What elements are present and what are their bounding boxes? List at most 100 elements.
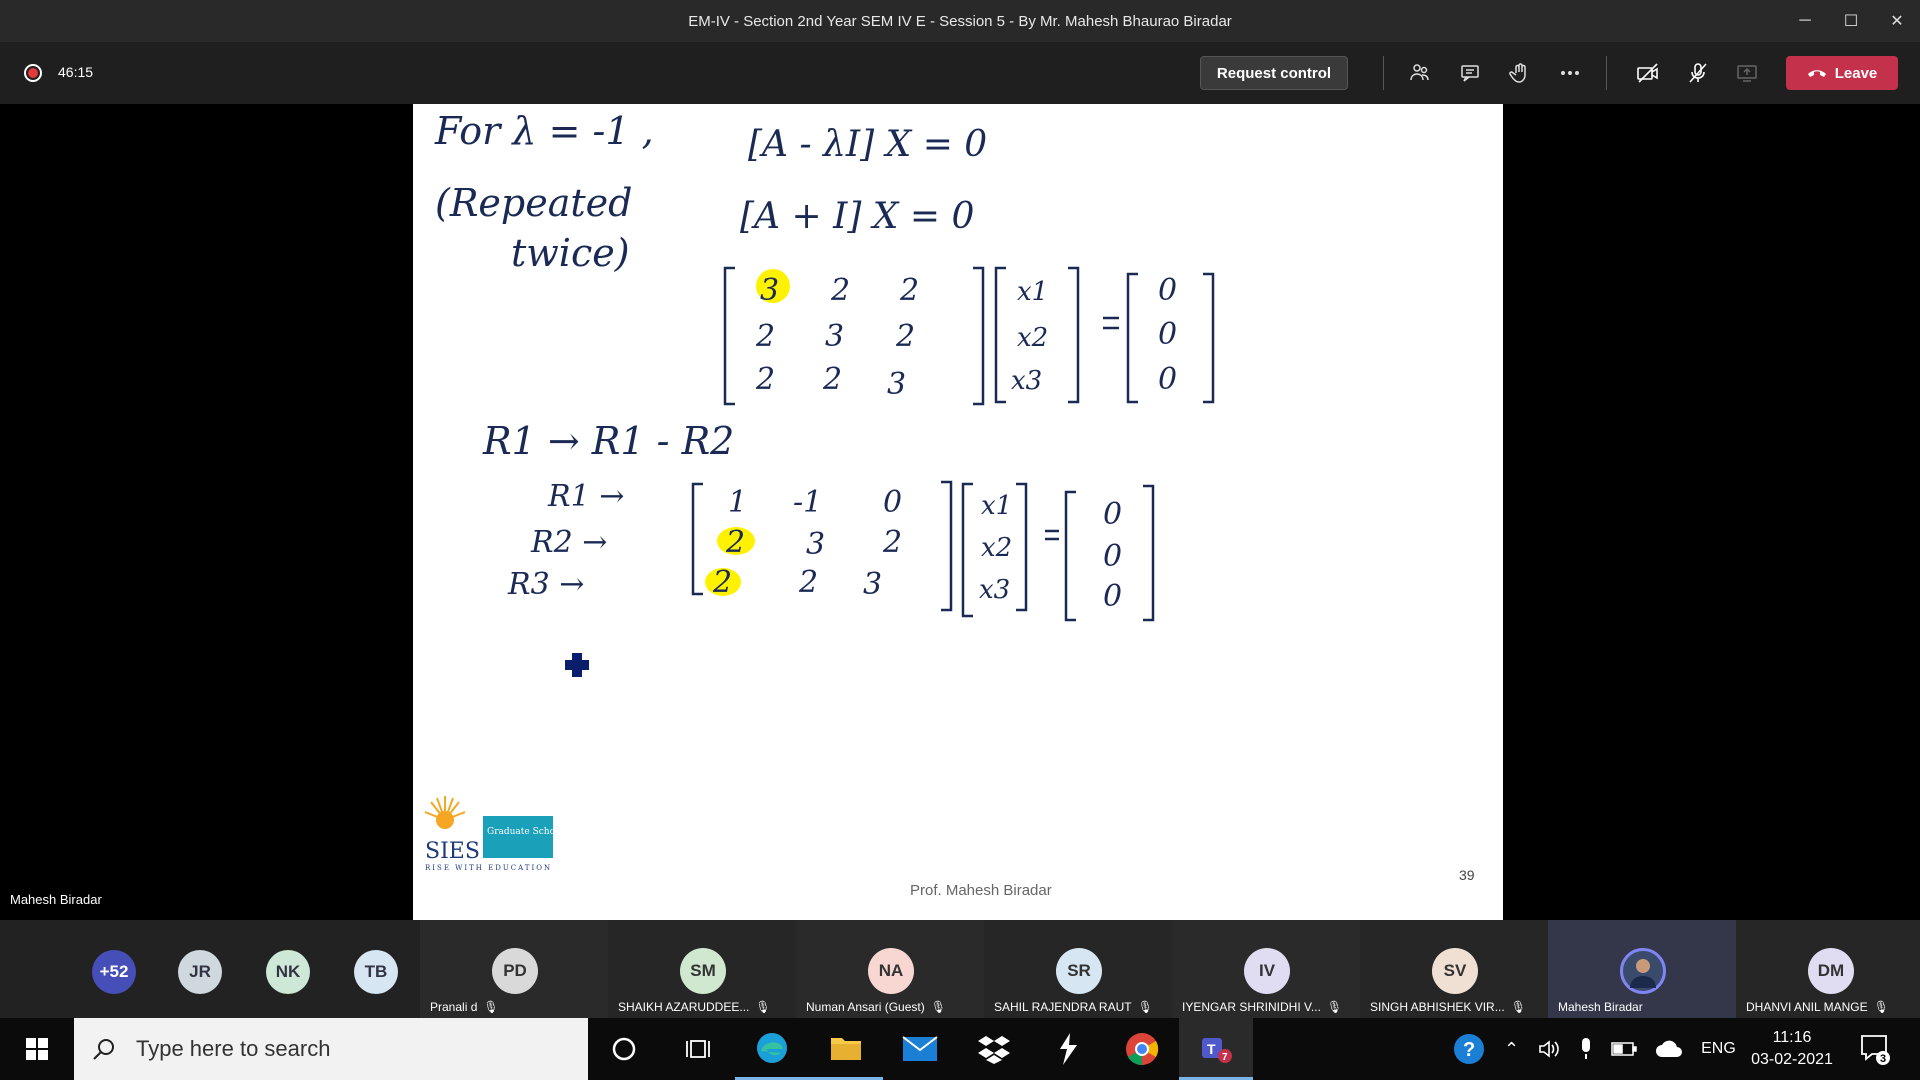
volume-icon[interactable] (1537, 1038, 1561, 1060)
participant-tile[interactable]: SV SINGH ABHISHEK VIR... 🎙 (1360, 920, 1548, 1018)
maximize-button[interactable]: ☐ (1828, 0, 1874, 42)
slide-page-number: 39 (1459, 867, 1475, 883)
search-placeholder: Type here to search (136, 1036, 331, 1061)
request-control-button[interactable]: Request control (1200, 56, 1348, 90)
participant-tile[interactable]: IV IYENGAR SHRINIDHI V... 🎙 (1172, 920, 1360, 1018)
notification-count: 3 (1880, 1053, 1886, 1065)
meeting-toolbar: 46:15 Request control Leave (0, 42, 1920, 104)
vector-2-x: x2 (981, 533, 1012, 563)
leave-label: Leave (1834, 64, 1878, 82)
windows-taskbar: Type here to search T7 ? ⌃ ENG 11:16 03-… (0, 1018, 1920, 1080)
action-center-icon[interactable]: 3 (1858, 1018, 1892, 1080)
teams-badge: 7 (1222, 1052, 1228, 1063)
zero-vector-1: 0 (1158, 317, 1177, 352)
battery-icon[interactable] (1611, 1041, 1637, 1057)
svg-text:?: ? (1463, 1039, 1475, 1061)
meeting-stage: For λ = -1 , (Repeated twice) [A - λI] X… (0, 104, 1920, 920)
vector-2-x: x1 (981, 491, 1012, 521)
slide-footer: Prof. Mahesh Biradar (910, 882, 1052, 899)
meeting-timer: 46:15 (58, 64, 94, 80)
mic-muted-icon: 🎙 (1873, 1000, 1889, 1014)
cortana-icon[interactable] (587, 1018, 661, 1080)
equation-a-plus-i: [A + I] X = 0 (740, 196, 974, 237)
participant-tile-presenter[interactable]: Mahesh Biradar (1548, 920, 1736, 1018)
logo-sies-text: SIES (425, 839, 480, 864)
minimize-button[interactable]: ─ (1782, 0, 1828, 42)
avatar: IV (1244, 948, 1290, 994)
microphone-icon[interactable] (1579, 1037, 1593, 1061)
row-label: R1 → (547, 479, 624, 514)
matrix-1-cell: 2 (830, 273, 850, 308)
taskbar-search[interactable]: Type here to search (74, 1018, 588, 1080)
participant-tile[interactable]: NA Numan Ansari (Guest) 🎙 (796, 920, 984, 1018)
edge-icon[interactable] (735, 1018, 809, 1080)
mail-icon[interactable] (883, 1018, 957, 1080)
window-title: EM-IV - Section 2nd Year SEM IV E - Sess… (688, 12, 1232, 30)
search-icon (93, 1039, 114, 1060)
participant-chip[interactable]: TB (354, 950, 398, 994)
equation-a-minus-lambda-i: [A - λI] X = 0 (748, 124, 987, 165)
text-repeated: (Repeated (435, 181, 632, 225)
matrix-2-cell: 2 (725, 525, 745, 560)
zero-vector-2: 0 (1103, 539, 1122, 574)
logo-tagline: RISE WITH EDUCATION (425, 864, 552, 872)
help-icon[interactable]: ? (1452, 1032, 1486, 1066)
matrix-1-cell: 2 (822, 362, 842, 397)
close-button[interactable]: ✕ (1874, 0, 1920, 42)
participants-icon[interactable] (1406, 59, 1434, 87)
leave-button[interactable]: Leave (1786, 56, 1898, 90)
onedrive-icon[interactable] (1655, 1040, 1683, 1058)
toolbar-divider (1383, 56, 1384, 90)
row-label: R2 → (530, 525, 607, 560)
task-view-icon[interactable] (661, 1018, 735, 1080)
raise-hand-icon[interactable] (1506, 59, 1534, 87)
mic-muted-icon: 🎙 (1326, 1000, 1343, 1014)
overflow-participants-chip[interactable]: +52 (92, 950, 136, 994)
participant-tile[interactable]: SM SHAIKH AZARUDDEE... 🎙 (608, 920, 796, 1018)
matrix-2 (691, 480, 1155, 622)
matrix-1-cell: 2 (755, 319, 775, 354)
camera-off-icon[interactable] (1634, 59, 1662, 87)
chrome-icon[interactable] (1105, 1018, 1179, 1080)
share-screen-icon[interactable] (1733, 59, 1761, 87)
avatar: SV (1432, 948, 1478, 994)
vector-1-x: x2 (1017, 323, 1048, 353)
participant-tile[interactable]: SR SAHIL RAJENDRA RAUT 🎙 (984, 920, 1172, 1018)
mic-muted-icon: 🎙 (755, 1000, 771, 1014)
chat-icon[interactable] (1456, 59, 1484, 87)
more-options-icon[interactable] (1556, 59, 1584, 87)
app-bolt-icon[interactable] (1031, 1018, 1105, 1080)
system-tray: ? ⌃ ENG (1452, 1018, 1736, 1080)
matrix-1-cell: 2 (899, 273, 919, 308)
participant-tile[interactable]: DM DHANVI ANIL MANGE 🎙 (1736, 920, 1920, 1018)
avatar: DM (1808, 948, 1854, 994)
clock[interactable]: 11:16 03-02-2021 (1732, 1018, 1852, 1080)
matrix-1-cell: 3 (825, 319, 844, 354)
zero-vector-2: 0 (1103, 579, 1122, 614)
vector-1-x: x1 (1017, 277, 1048, 307)
participant-name: SHAIKH AZARUDDEE... (618, 1000, 750, 1014)
participant-name: IYENGAR SHRINIDHI V... (1182, 1000, 1321, 1014)
participant-chip[interactable]: NK (266, 950, 310, 994)
participant-chip[interactable]: JR (178, 950, 222, 994)
matrix-2-cell: 2 (798, 565, 818, 600)
mic-muted-icon: 🎙 (483, 1000, 499, 1014)
avatar: NA (868, 948, 914, 994)
matrix-1 (723, 266, 1215, 406)
dropbox-icon[interactable] (957, 1018, 1031, 1080)
matrix-2-cell: 3 (806, 527, 825, 562)
participant-tile[interactable]: PD Pranali d 🎙 (420, 920, 608, 1018)
participant-name: SINGH ABHISHEK VIR... (1370, 1000, 1505, 1014)
file-explorer-icon[interactable] (809, 1018, 883, 1080)
teams-icon[interactable]: T7 (1179, 1018, 1253, 1080)
window-titlebar: EM-IV - Section 2nd Year SEM IV E - Sess… (0, 0, 1920, 42)
sies-logo: SIES RISE WITH EDUCATION Graduate School… (424, 796, 631, 872)
matrix-1-cell: 3 (760, 273, 779, 308)
text-twice: twice) (511, 231, 630, 275)
windows-start-icon[interactable] (0, 1018, 74, 1080)
chevron-up-icon[interactable]: ⌃ (1504, 1039, 1519, 1060)
participant-name: DHANVI ANIL MANGE (1746, 1000, 1868, 1014)
language-indicator[interactable]: ENG (1701, 1040, 1736, 1058)
matrix-1-cell: 3 (887, 367, 906, 402)
mic-off-icon[interactable] (1684, 59, 1712, 87)
